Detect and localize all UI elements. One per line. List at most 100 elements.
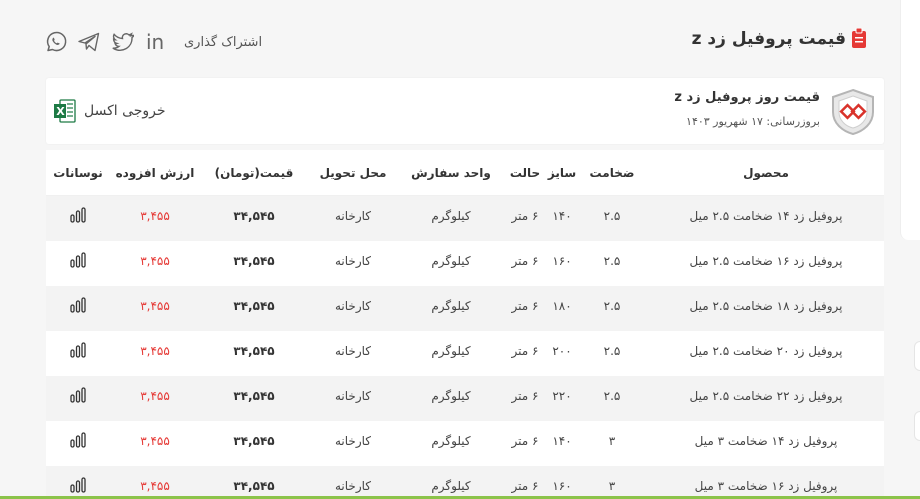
share-label: اشتراک گذاری	[184, 35, 263, 50]
cell-vat: ۳,۴۵۵	[140, 209, 170, 223]
cell-price: ۳۴,۵۴۵	[233, 209, 275, 223]
cell-thickness: ۳	[608, 434, 616, 448]
cell-state: ۶ متر	[511, 344, 539, 358]
column-header-delivery: محل تحویل	[319, 166, 387, 180]
cell-price: ۳۴,۵۴۵	[233, 389, 275, 403]
column-header-unit: واحد سفارش	[411, 166, 491, 180]
cell-unit: کیلوگرم	[431, 254, 471, 268]
fluctuation-chart-icon[interactable]	[70, 207, 86, 226]
cell-delivery: کارخانه	[334, 479, 372, 493]
cell-thickness: ۲.۵	[603, 299, 621, 313]
cell-vat: ۳,۴۵۵	[140, 254, 170, 268]
column-header-product: محصول	[743, 166, 789, 180]
cell-size: ۲۲۰	[552, 389, 572, 403]
cell-price: ۳۴,۵۴۵	[233, 254, 275, 268]
cell-thickness: ۲.۵	[603, 344, 621, 358]
page-title: قیمت پروفیل زد z	[691, 29, 846, 49]
table-row: پروفیل زد ۱۶ ضخامت ۳ میل ۳ ۱۶۰ ۶ متر کیلوگرم…	[46, 466, 884, 499]
cell-state: ۶ متر	[511, 389, 539, 403]
column-header-vat: ارزش افزوده	[115, 166, 195, 180]
fluctuation-chart-icon[interactable]	[70, 432, 86, 451]
cell-thickness: ۲.۵	[603, 209, 621, 223]
svg-text:X: X	[56, 105, 65, 118]
cell-product: پروفیل زد ۲۲ ضخامت ۲.۵ میل	[689, 389, 843, 403]
whatsapp-icon[interactable]	[44, 30, 68, 54]
update-date: بروزرسانی: ۱۷ شهریور ۱۴۰۳	[686, 115, 820, 128]
cell-product: پروفیل زد ۱۶ ضخامت ۲.۵ میل	[689, 254, 843, 268]
cell-delivery: کارخانه	[334, 344, 372, 358]
price-table: محصول ضخامت سایز حالت واحد سفارش محل تحو…	[46, 150, 884, 499]
cell-price: ۳۴,۵۴۵	[233, 479, 275, 493]
twitter-icon[interactable]	[110, 30, 134, 54]
excel-export-label: خروجی اکسل	[84, 103, 166, 119]
cell-delivery: کارخانه	[334, 254, 372, 268]
cell-unit: کیلوگرم	[431, 479, 471, 493]
table-row: پروفیل زد ۱۴ ضخامت ۲.۵ میل ۲.۵ ۱۴۰ ۶ متر کیل…	[46, 196, 884, 241]
cell-state: ۶ متر	[511, 479, 539, 493]
table-row: پروفیل زد ۲۲ ضخامت ۲.۵ میل ۲.۵ ۲۲۰ ۶ متر کیل…	[46, 376, 884, 421]
column-header-size: سایز	[547, 166, 577, 180]
fluctuation-chart-icon[interactable]	[70, 387, 86, 406]
cell-size: ۱۶۰	[552, 254, 572, 268]
cell-price: ۳۴,۵۴۵	[233, 299, 275, 313]
cell-state: ۶ متر	[511, 254, 539, 268]
cell-state: ۶ متر	[511, 209, 539, 223]
cell-product: پروفیل زد ۱۸ ضخامت ۲.۵ میل	[689, 299, 843, 313]
cell-delivery: کارخانه	[334, 299, 372, 313]
table-row: پروفیل زد ۲۰ ضخامت ۲.۵ میل ۲.۵ ۲۰۰ ۶ متر کیل…	[46, 331, 884, 376]
clipboard-icon	[852, 28, 866, 48]
column-header-thickness: ضخامت	[589, 166, 635, 180]
table-header: محصول ضخامت سایز حالت واحد سفارش محل تحو…	[46, 150, 884, 196]
cell-unit: کیلوگرم	[431, 299, 471, 313]
fluctuation-chart-icon[interactable]	[70, 342, 86, 361]
cell-vat: ۳,۴۵۵	[140, 434, 170, 448]
product-title: قیمت روز پروفیل زد z	[674, 90, 820, 105]
cell-vat: ۳,۴۵۵	[140, 344, 170, 358]
cell-price: ۳۴,۵۴۵	[233, 434, 275, 448]
fluctuation-chart-icon[interactable]	[70, 477, 86, 496]
cell-unit: کیلوگرم	[431, 389, 471, 403]
table-row: پروفیل زد ۱۴ ضخامت ۳ میل ۳ ۱۴۰ ۶ متر کیلوگرم…	[46, 421, 884, 466]
cell-thickness: ۲.۵	[603, 254, 621, 268]
cell-product: پروفیل زد ۱۴ ضخامت ۲.۵ میل	[689, 209, 843, 223]
excel-icon: X	[54, 99, 76, 123]
cell-thickness: ۲.۵	[603, 389, 621, 403]
cell-unit: کیلوگرم	[431, 344, 471, 358]
cell-product: پروفیل زد ۱۴ ضخامت ۳ میل	[694, 434, 838, 448]
side-panel-edge	[900, 0, 920, 240]
cell-product: پروفیل زد ۱۶ ضخامت ۳ میل	[694, 479, 838, 493]
column-header-price: قیمت(تومان)	[214, 166, 294, 180]
product-header-card: قیمت روز پروفیل زد z بروزرسانی: ۱۷ شهریو…	[46, 78, 884, 144]
table-row: پروفیل زد ۱۸ ضخامت ۲.۵ میل ۲.۵ ۱۸۰ ۶ متر کیل…	[46, 286, 884, 331]
cell-size: ۱۸۰	[552, 299, 572, 313]
cell-delivery: کارخانه	[334, 434, 372, 448]
cell-vat: ۳,۴۵۵	[140, 299, 170, 313]
cell-unit: کیلوگرم	[431, 209, 471, 223]
cell-size: ۱۴۰	[552, 434, 572, 448]
cell-thickness: ۳	[608, 479, 616, 493]
cell-delivery: کارخانه	[334, 209, 372, 223]
table-row: پروفیل زد ۱۶ ضخامت ۲.۵ میل ۲.۵ ۱۶۰ ۶ متر کیل…	[46, 241, 884, 286]
cell-size: ۲۰۰	[552, 344, 572, 358]
excel-export-button[interactable]: X خروجی اکسل	[54, 98, 166, 124]
cell-size: ۱۶۰	[552, 479, 572, 493]
brand-logo	[832, 88, 874, 136]
telegram-icon[interactable]	[77, 30, 101, 54]
linkedin-icon[interactable]: in	[144, 30, 168, 54]
fluctuation-chart-icon[interactable]	[70, 252, 86, 271]
side-panel-button[interactable]	[914, 341, 920, 371]
cell-delivery: کارخانه	[334, 389, 372, 403]
cell-vat: ۳,۴۵۵	[140, 389, 170, 403]
cell-unit: کیلوگرم	[431, 434, 471, 448]
cell-state: ۶ متر	[511, 434, 539, 448]
cell-price: ۳۴,۵۴۵	[233, 344, 275, 358]
side-panel-button[interactable]	[914, 411, 920, 441]
column-header-fluctuation: نوسانات	[53, 166, 103, 180]
page-header: قیمت پروفیل زد z اشتراک گذاری in	[0, 0, 900, 76]
cell-vat: ۳,۴۵۵	[140, 479, 170, 493]
svg-text:in: in	[146, 30, 164, 54]
fluctuation-chart-icon[interactable]	[70, 297, 86, 316]
cell-product: پروفیل زد ۲۰ ضخامت ۲.۵ میل	[689, 344, 843, 358]
column-header-state: حالت	[509, 166, 541, 180]
cell-state: ۶ متر	[511, 299, 539, 313]
